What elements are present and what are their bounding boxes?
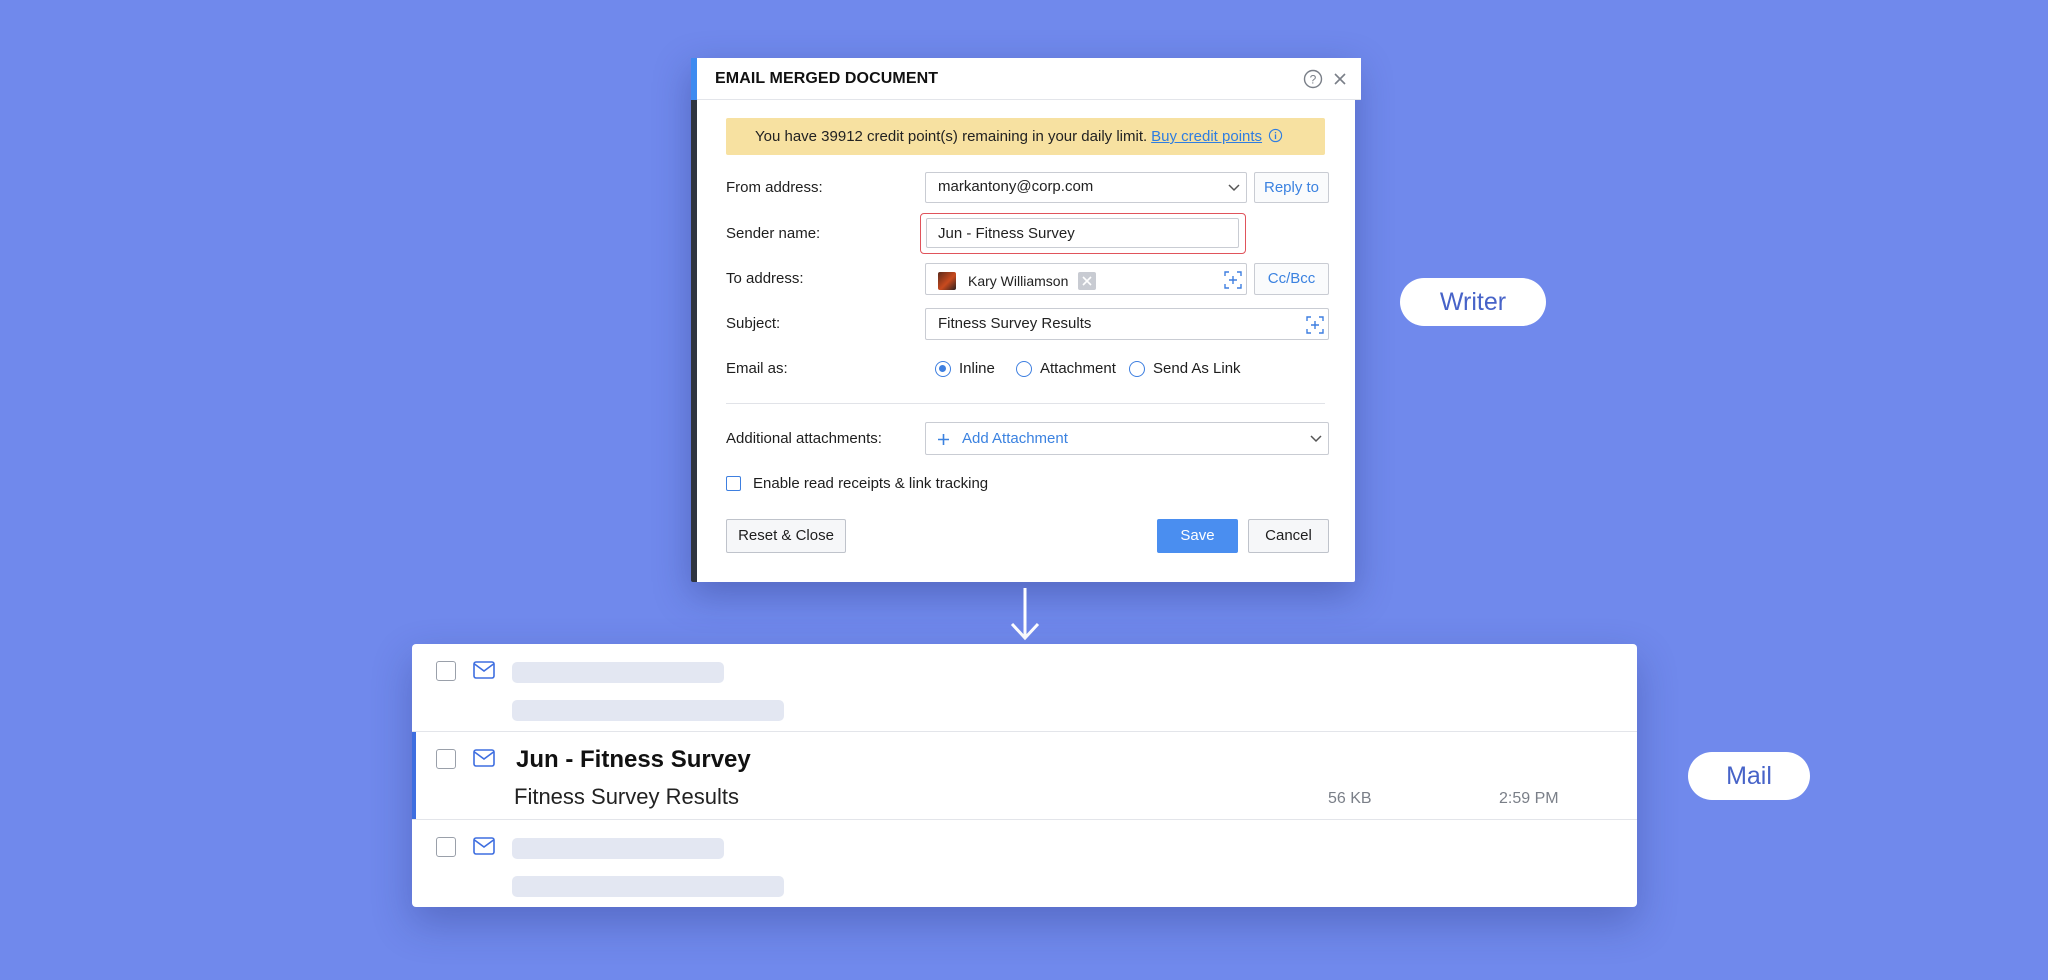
- mail-row-message[interactable]: Jun - Fitness Survey Fitness Survey Resu…: [412, 732, 1637, 820]
- radio-inline-label: Inline: [959, 360, 995, 377]
- placeholder-line: [512, 700, 784, 721]
- remove-recipient-icon[interactable]: [1078, 271, 1097, 290]
- envelope-icon: [473, 749, 495, 767]
- subject-label: Subject:: [726, 315, 781, 332]
- row-checkbox[interactable]: [436, 837, 456, 857]
- radio-send-as-link[interactable]: Send As Link: [1129, 360, 1241, 377]
- mail-subject: Jun - Fitness Survey: [516, 746, 751, 773]
- additional-attachments-label: Additional attachments:: [726, 430, 882, 447]
- mail-list: Jun - Fitness Survey Fitness Survey Resu…: [412, 644, 1637, 907]
- credit-banner: You have 39912 credit point(s) remaining…: [726, 118, 1325, 155]
- from-address-label: From address:: [726, 179, 823, 196]
- email-merged-document-dialog: EMAIL MERGED DOCUMENT ? You have 39912 c…: [691, 58, 1361, 582]
- radio-attachment[interactable]: Attachment: [1016, 360, 1116, 377]
- chevron-down-icon: [1228, 184, 1240, 192]
- dialog-title: EMAIL MERGED DOCUMENT: [715, 70, 939, 87]
- arrow-down-icon: [1010, 588, 1040, 641]
- row-checkbox[interactable]: [436, 661, 456, 681]
- cancel-button[interactable]: Cancel: [1248, 519, 1329, 553]
- mail-pill: Mail: [1688, 752, 1810, 800]
- subject-field[interactable]: Fitness Survey Results: [925, 308, 1329, 340]
- header-accent: [691, 58, 697, 100]
- address-book-icon[interactable]: [1223, 270, 1243, 290]
- add-attachment-dropdown[interactable]: Add Attachment: [925, 422, 1329, 455]
- insert-field-icon[interactable]: [1305, 315, 1325, 335]
- cc-bcc-button[interactable]: Cc/Bcc: [1254, 263, 1329, 295]
- email-as-label: Email as:: [726, 360, 788, 377]
- dialog-header: EMAIL MERGED DOCUMENT ?: [691, 58, 1361, 100]
- reset-close-button[interactable]: Reset & Close: [726, 519, 846, 553]
- read-receipts-box: [726, 476, 741, 491]
- recipient-chip: Kary Williamson: [938, 271, 1097, 290]
- read-receipts-label: Enable read receipts & link tracking: [753, 475, 989, 492]
- radio-attachment-dot: [1016, 360, 1032, 377]
- from-address-value: markantony@corp.com: [938, 178, 1094, 195]
- sender-name-label: Sender name:: [726, 225, 821, 242]
- placeholder-line: [512, 662, 724, 683]
- envelope-icon: [473, 661, 495, 679]
- recipient-name: Kary Williamson: [968, 272, 1069, 289]
- email-as-options: Inline Attachment Send As Link: [935, 360, 1315, 380]
- mail-row-placeholder[interactable]: [412, 644, 1637, 732]
- divider: [726, 403, 1325, 404]
- save-button[interactable]: Save: [1157, 519, 1238, 553]
- sender-name-input[interactable]: [926, 218, 1239, 248]
- to-address-field[interactable]: Kary Williamson: [925, 263, 1247, 295]
- to-address-label: To address:: [726, 270, 804, 287]
- envelope-icon: [473, 837, 495, 855]
- mail-time: 2:59 PM: [1499, 790, 1559, 807]
- chevron-down-icon: [1310, 435, 1322, 443]
- svg-text:?: ?: [1310, 73, 1317, 87]
- plus-icon: [938, 434, 949, 445]
- radio-inline[interactable]: Inline: [935, 360, 995, 377]
- add-attachment-label: Add Attachment: [962, 430, 1068, 447]
- close-icon[interactable]: [1331, 70, 1349, 88]
- reply-to-button[interactable]: Reply to: [1254, 172, 1329, 203]
- credit-banner-text: You have 39912 credit point(s) remaining…: [755, 128, 1148, 145]
- read-receipts-checkbox[interactable]: Enable read receipts & link tracking: [726, 475, 988, 492]
- help-icon[interactable]: ?: [1303, 69, 1323, 89]
- subject-value: Fitness Survey Results: [938, 315, 1092, 332]
- radio-send-as-link-dot: [1129, 360, 1145, 377]
- radio-attachment-label: Attachment: [1040, 360, 1116, 377]
- sender-name-highlight: [920, 213, 1246, 254]
- row-checkbox[interactable]: [436, 749, 456, 769]
- radio-send-as-link-label: Send As Link: [1153, 360, 1241, 377]
- placeholder-line: [512, 876, 784, 897]
- mail-row-placeholder[interactable]: [412, 820, 1637, 907]
- from-address-select[interactable]: markantony@corp.com: [925, 172, 1247, 203]
- info-icon[interactable]: [1268, 128, 1283, 143]
- placeholder-line: [512, 838, 724, 859]
- mail-size: 56 KB: [1328, 790, 1372, 807]
- radio-inline-dot: [935, 360, 951, 377]
- mail-preview: Fitness Survey Results: [514, 784, 739, 809]
- buy-credit-points-link[interactable]: Buy credit points: [1151, 128, 1262, 145]
- avatar: [938, 271, 956, 290]
- writer-pill: Writer: [1400, 278, 1546, 326]
